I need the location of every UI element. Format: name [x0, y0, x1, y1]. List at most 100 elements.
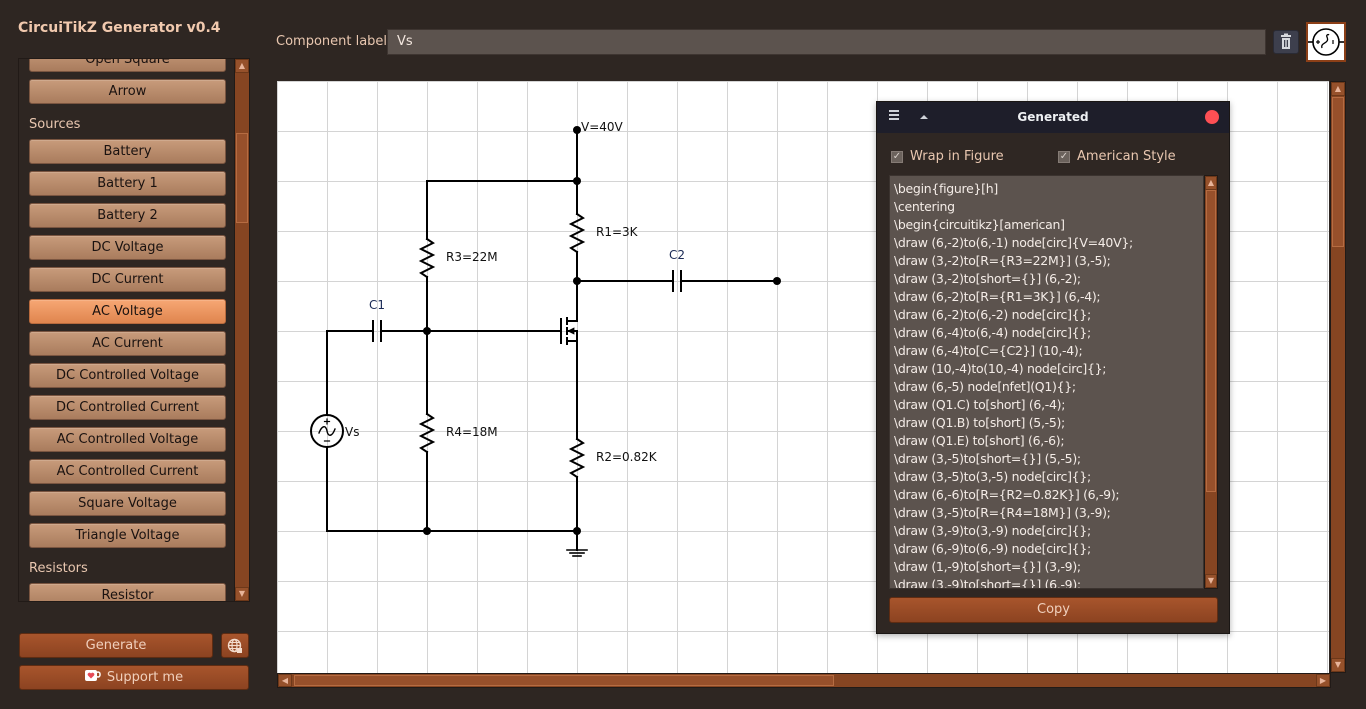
palette-section-heading: Resistors [29, 561, 88, 576]
scroll-up-button[interactable]: ▲ [235, 59, 249, 73]
label-r4: R4=18M [446, 425, 498, 439]
canvas-scroll-down-button[interactable]: ▼ [1331, 658, 1345, 672]
american-style-check-icon[interactable]: ✓ [1058, 150, 1070, 163]
resistor-r1 [568, 212, 586, 254]
support-me-button[interactable]: Support me [19, 665, 249, 690]
resistor-r4 [418, 412, 436, 454]
label-vsupply: V=40V [581, 120, 624, 134]
node-bottom-right [573, 527, 581, 535]
wrap-in-figure-label: Wrap in Figure [910, 149, 1004, 164]
label-r2: R2=0.82K [596, 450, 658, 464]
code-line: \draw (Q1.B) to[short] (5,-5); [894, 415, 1065, 430]
label-c1: C1 [369, 298, 385, 312]
wire-vs-bottom [326, 446, 428, 532]
code-line: \draw (6,-4)to[C={C2}] (10,-4); [894, 343, 1083, 358]
code-line: \centering [894, 199, 955, 214]
palette-button[interactable]: DC Controlled Voltage [29, 363, 226, 388]
node-top [573, 177, 581, 185]
component-label-caption: Component label [276, 34, 388, 49]
palette-button[interactable]: Triangle Voltage [29, 523, 226, 548]
code-line: \draw (3,-9)to(3,-9) node[circ]{}; [894, 523, 1091, 538]
palette-scrollbar[interactable]: ▲ ▼ [234, 58, 250, 602]
palette-button[interactable]: AC Current [29, 331, 226, 356]
label-vs: Vs [345, 425, 359, 439]
generated-code-textarea[interactable]: \begin{figure}[h] \centering \begin{circui… [889, 175, 1204, 589]
component-label-input[interactable]: Vs [387, 29, 1266, 55]
canvas-vertical-scrollbar[interactable]: ▲ ▼ [1330, 81, 1346, 673]
palette-button[interactable]: Open Square [29, 59, 226, 72]
language-button[interactable] [221, 633, 249, 658]
canvas-scroll-up-button[interactable]: ▲ [1331, 82, 1345, 96]
code-line: \draw (6,-4)to(6,-4) node[circ]{}; [894, 325, 1091, 340]
code-line: \draw (3,-5)to(3,-5) node[circ]{}; [894, 469, 1091, 484]
palette-button[interactable]: AC Voltage [29, 299, 226, 324]
component-palette: Open Square Arrow Sources Battery Battery 1 B… [18, 58, 250, 602]
wrap-in-figure-checkbox[interactable]: ✓ Wrap in Figure [891, 149, 1004, 164]
code-line: \draw (6,-6)to[R={R2=0.82K}] (6,-9); [894, 487, 1120, 502]
american-style-label: American Style [1077, 149, 1176, 164]
code-line: \begin{circuitikz}[american] [894, 217, 1065, 232]
scroll-down-button[interactable]: ▼ [235, 587, 249, 601]
node-gate [423, 327, 431, 335]
node-supply [573, 126, 581, 134]
palette-button[interactable]: Battery 1 [29, 171, 226, 196]
palette-button[interactable]: Resistor [29, 583, 226, 601]
node-bottom-left [423, 527, 431, 535]
code-line: \begin{figure}[h] [894, 181, 998, 196]
palette-button[interactable]: AC Controlled Voltage [29, 427, 226, 452]
scroll-thumb[interactable] [236, 133, 248, 223]
app-title: CircuiTikZ Generator v0.4 [18, 20, 221, 36]
palette-button[interactable]: Battery [29, 139, 226, 164]
wrap-in-figure-check-icon[interactable]: ✓ [891, 150, 903, 163]
label-r3: R3=22M [446, 250, 498, 264]
canvas-scroll-right-button[interactable]: ▶ [1316, 674, 1330, 687]
palette-button[interactable]: DC Controlled Current [29, 395, 226, 420]
label-r1: R1=3K [596, 225, 639, 239]
palette-button[interactable]: DC Current [29, 267, 226, 292]
generate-label: Generate [85, 638, 147, 653]
wire-top [426, 180, 578, 232]
code-scroll-up-button[interactable]: ▲ [1205, 176, 1217, 190]
support-me-label: Support me [106, 670, 184, 685]
app-window: CircuiTikZ Generator v0.4 Open Square Arr… [0, 0, 1366, 709]
palette-button[interactable]: Arrow [29, 79, 226, 104]
node-output [773, 277, 781, 285]
ko-fi-cup-icon [84, 670, 101, 681]
code-line: \draw (Q1.C) to[short] (6,-4); [894, 397, 1066, 412]
code-line: \draw (3,-2)to[short={}] (6,-2); [894, 271, 1081, 286]
code-scrollbar[interactable]: ▲ ▼ [1204, 175, 1218, 589]
code-scroll-thumb[interactable] [1206, 190, 1216, 492]
canvas-horizontal-scrollbar[interactable]: ◀ ▶ [277, 673, 1331, 688]
generated-panel-title: Generated [1017, 110, 1089, 124]
code-line: \draw (6,-5) node[nfet](Q1){}; [894, 379, 1076, 394]
canvas-vscroll-thumb[interactable] [1332, 97, 1344, 247]
copy-button[interactable]: Copy [889, 597, 1218, 623]
palette-button[interactable]: Square Voltage [29, 491, 226, 516]
label-c2: C2 [669, 248, 685, 262]
generated-panel: Generated ✓ Wrap in Figure ✓ American St… [876, 101, 1230, 634]
delete-button[interactable] [1273, 30, 1299, 54]
trash-icon [1281, 33, 1291, 49]
generated-panel-header[interactable]: Generated [877, 102, 1229, 133]
canvas-hscroll-thumb[interactable] [294, 675, 834, 686]
generate-button[interactable]: Generate [19, 633, 213, 658]
code-line: \draw (6,-2)to[R={R1=3K}] (6,-4); [894, 289, 1101, 304]
palette-button[interactable]: DC Voltage [29, 235, 226, 260]
globe-icon [227, 638, 242, 653]
resistor-r3 [418, 237, 436, 279]
ac-source-wave [318, 426, 336, 436]
node-drain [573, 277, 581, 285]
code-line: \draw (6,-9)to(6,-9) node[circ]{}; [894, 541, 1091, 556]
resistor-r2 [568, 437, 586, 479]
american-style-checkbox[interactable]: ✓ American Style [1058, 149, 1176, 164]
component-preview [1306, 22, 1346, 62]
canvas-scroll-left-button[interactable]: ◀ [278, 674, 292, 687]
code-line: \draw (3,-9)to[short={}] (6,-9); [894, 577, 1081, 589]
code-line: \draw (6,-2)to(6,-1) node[circ]{V=40V}; [894, 235, 1133, 250]
palette-button[interactable]: Battery 2 [29, 203, 226, 228]
code-scroll-down-button[interactable]: ▼ [1205, 574, 1217, 588]
code-line: \draw (6,-2)to(6,-2) node[circ]{}; [894, 307, 1091, 322]
code-line: \draw (1,-9)to[short={}] (3,-9); [894, 559, 1081, 574]
close-icon[interactable] [1205, 110, 1219, 124]
palette-button[interactable]: AC Controlled Current [29, 459, 226, 484]
